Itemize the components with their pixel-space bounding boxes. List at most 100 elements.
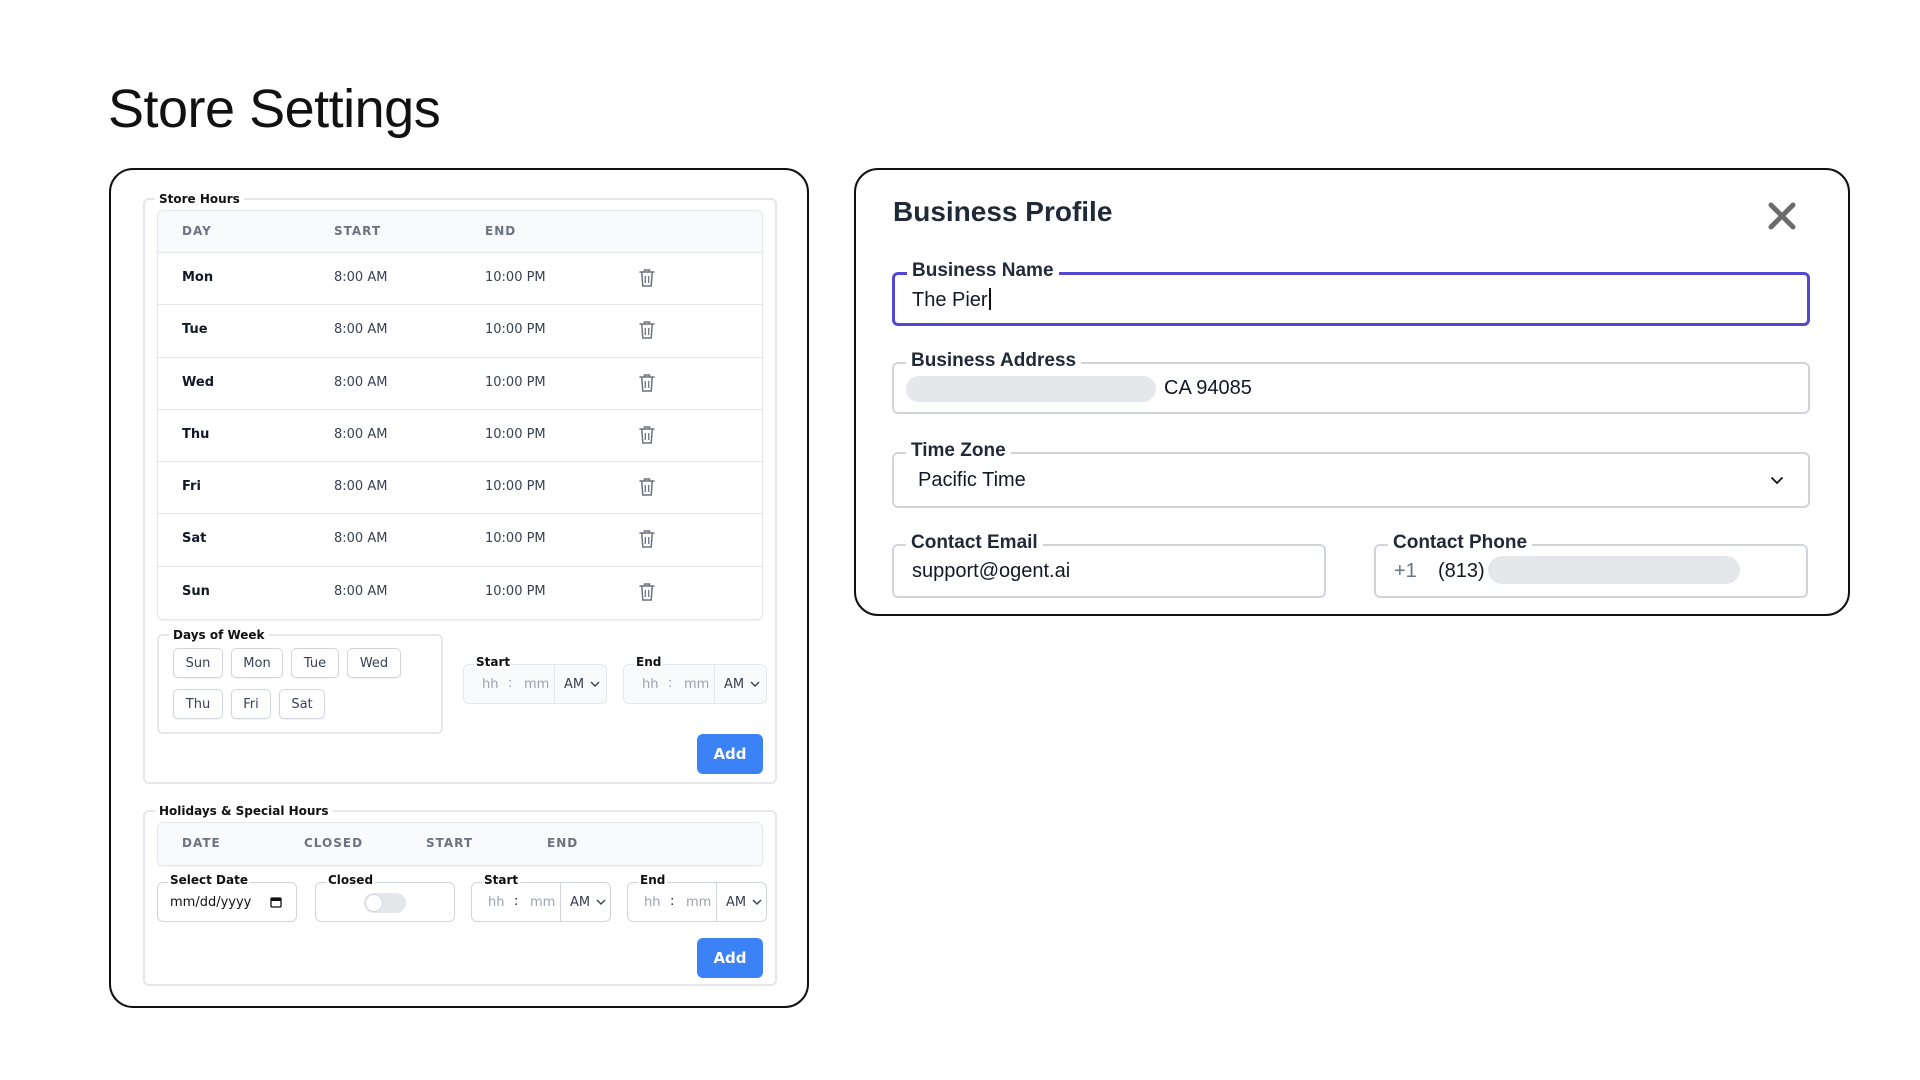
start-minute-field[interactable]: mm	[524, 677, 549, 692]
table-row: Mon 8:00 AM 10:00 PM	[158, 253, 762, 306]
table-row: Sat 8:00 AM 10:00 PM	[158, 514, 762, 567]
day-chip-wed[interactable]: Wed	[347, 648, 401, 678]
store-hours-legend: Store Hours	[155, 191, 244, 207]
holiday-start-time-input[interactable]: Start hh : mm AM	[471, 873, 611, 922]
table-row: Thu 8:00 AM 10:00 PM	[158, 409, 762, 463]
chevron-down-icon	[752, 899, 762, 905]
store-hours-header: DAY START END	[158, 211, 762, 253]
store-hours-table: DAY START END Mon 8:00 AM 10:00 PM Tue 8:00 …	[157, 210, 763, 621]
chevron-down-icon	[590, 681, 600, 687]
time-separator: :	[668, 676, 673, 691]
row-start: 8:00 AM	[334, 583, 388, 599]
day-chip-sun[interactable]: Sun	[173, 648, 223, 678]
table-row: Wed 8:00 AM 10:00 PM	[158, 357, 762, 410]
row-day: Mon	[182, 270, 214, 285]
contact-email-field[interactable]: Contact Email support@ogent.ai	[892, 531, 1326, 598]
trash-icon[interactable]	[639, 373, 655, 393]
day-chip-fri[interactable]: Fri	[231, 689, 271, 719]
header-start: START	[426, 836, 474, 850]
time-separator: :	[508, 676, 513, 691]
date-placeholder: mm/dd/yyyy	[170, 895, 252, 910]
contact-phone-field[interactable]: Contact Phone +1 (813)	[1374, 531, 1808, 598]
store-start-time-input[interactable]: Start hh : mm AM	[463, 655, 607, 704]
holiday-end-minute-field[interactable]: mm	[686, 895, 711, 910]
holiday-end-ampm-select[interactable]: AM	[716, 883, 766, 921]
trash-icon[interactable]	[639, 320, 655, 340]
holidays-header: DATE CLOSED START END	[158, 823, 762, 865]
table-row: Sun 8:00 AM 10:00 PM	[158, 566, 762, 620]
close-icon[interactable]	[1766, 200, 1798, 232]
business-address-value: CA 94085	[1164, 377, 1252, 399]
holiday-start-label: Start	[482, 873, 521, 887]
business-address-field[interactable]: Business Address CA 94085	[892, 349, 1810, 414]
row-end: 10:00 PM	[485, 583, 546, 599]
add-holiday-button[interactable]: Add	[697, 938, 763, 978]
start-ampm-select[interactable]: AM	[554, 665, 606, 703]
end-ampm-select[interactable]: AM	[714, 665, 766, 703]
time-separator: :	[670, 894, 675, 909]
store-end-time-input[interactable]: End hh : mm AM	[623, 655, 767, 704]
store-end-label: End	[634, 655, 664, 669]
store-hours-fieldset: Store Hours DAY START END Mon 8:00 AM 10:0…	[143, 191, 777, 784]
header-start: START	[334, 224, 382, 238]
select-date-input[interactable]: Select Date mm/dd/yyyy	[157, 873, 297, 922]
time-separator: :	[514, 894, 519, 909]
trash-icon[interactable]	[639, 529, 655, 549]
start-hour-field[interactable]: hh	[482, 677, 498, 692]
end-minute-field[interactable]: mm	[684, 677, 709, 692]
trash-icon[interactable]	[639, 582, 655, 602]
day-chip-sat[interactable]: Sat	[279, 689, 325, 719]
header-end: END	[547, 836, 579, 850]
text-caret	[988, 288, 991, 310]
holiday-end-hour-field[interactable]: hh	[644, 895, 660, 910]
row-day: Thu	[182, 426, 210, 442]
day-chip-mon[interactable]: Mon	[231, 648, 283, 678]
page-title: Store Settings	[108, 79, 441, 139]
row-start: 8:00 AM	[334, 374, 388, 390]
days-of-week-fieldset: Days of Week Sun Mon Tue Wed Thu Fri Sat	[157, 627, 443, 734]
trash-icon[interactable]	[639, 477, 655, 497]
redacted-address	[906, 376, 1156, 402]
time-zone-select[interactable]: Time Zone Pacific Time	[892, 439, 1810, 508]
trash-icon[interactable]	[639, 425, 655, 445]
holiday-start-minute-field[interactable]: mm	[530, 895, 555, 910]
days-of-week-legend: Days of Week	[169, 627, 269, 643]
business-name-label: Business Name	[907, 259, 1059, 283]
day-chip-thu[interactable]: Thu	[173, 689, 223, 719]
row-start: 8:00 AM	[334, 426, 388, 442]
time-zone-value: Pacific Time	[918, 469, 1026, 491]
redacted-phone	[1488, 556, 1740, 584]
contact-email-label: Contact Email	[906, 531, 1043, 555]
table-row: Fri 8:00 AM 10:00 PM	[158, 462, 762, 515]
holiday-end-label: End	[638, 873, 668, 887]
add-hours-button[interactable]: Add	[697, 734, 763, 774]
calendar-icon[interactable]	[270, 896, 282, 908]
holidays-table: DATE CLOSED START END	[157, 822, 763, 866]
contact-phone-label: Contact Phone	[1388, 531, 1533, 555]
select-date-label: Select Date	[168, 873, 250, 887]
row-end: 10:00 PM	[485, 479, 546, 495]
row-start: 8:00 AM	[334, 270, 388, 285]
row-day: Wed	[182, 374, 214, 390]
phone-country-code[interactable]: +1	[1394, 560, 1417, 583]
holiday-start-hour-field[interactable]: hh	[488, 895, 504, 910]
closed-toggle-field: Closed	[315, 873, 455, 922]
day-chip-tue[interactable]: Tue	[291, 648, 339, 678]
holiday-end-ampm-value: AM	[726, 894, 747, 910]
closed-toggle[interactable]	[364, 893, 406, 913]
header-closed: CLOSED	[304, 836, 364, 850]
end-hour-field[interactable]: hh	[642, 677, 658, 692]
holiday-start-ampm-select[interactable]: AM	[560, 883, 610, 921]
holidays-fieldset: Holidays & Special Hours DATE CLOSED STA…	[143, 803, 777, 986]
business-address-label: Business Address	[906, 349, 1082, 373]
business-name-field[interactable]: Business Name The Pier	[892, 259, 1810, 326]
header-date: DATE	[182, 836, 221, 850]
time-zone-label: Time Zone	[906, 439, 1011, 463]
business-name-input[interactable]: The Pier	[912, 288, 991, 312]
trash-icon[interactable]	[639, 268, 655, 288]
phone-area-code: (813)	[1438, 560, 1485, 582]
row-day: Fri	[182, 479, 201, 495]
row-end: 10:00 PM	[485, 322, 546, 338]
chevron-down-icon	[596, 899, 606, 905]
holiday-end-time-input[interactable]: End hh : mm AM	[627, 873, 767, 922]
